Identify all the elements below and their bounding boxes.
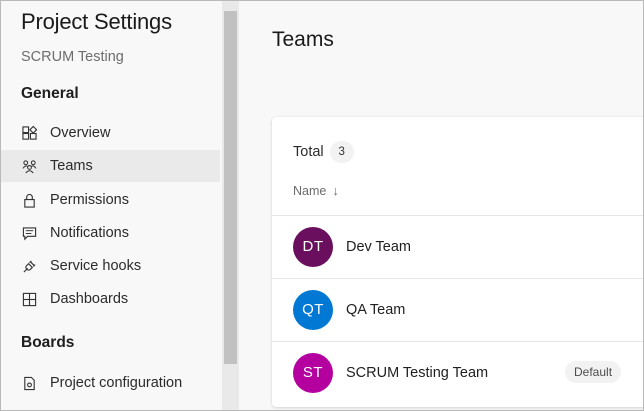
sidebar-item-label: Overview [50,125,111,141]
sidebar-item-label: Teams [50,158,93,174]
column-header-label: Name [293,183,327,198]
table-row[interactable]: QT QA Team [272,278,643,340]
teams-icon [21,158,37,174]
sidebar-item-notifications[interactable]: Notifications [1,217,220,249]
team-name[interactable]: QA Team [346,302,405,318]
sidebar-item-project-configuration[interactable]: Project configuration [1,367,220,399]
table-row[interactable]: DT Dev Team [272,215,643,277]
sidebar-item-teams[interactable]: Teams [1,150,220,182]
dashboard-icon [21,291,37,307]
sidebar-item-overview[interactable]: Overview [1,117,220,149]
sidebar: Project Settings SCRUM Testing General O… [1,1,222,410]
sidebar-item-label: Project configuration [50,375,183,391]
table-row[interactable]: ST SCRUM Testing Team Default [272,341,643,403]
avatar: ST [293,352,333,393]
sidebar-item-label: Permissions [50,192,129,208]
default-badge: Default [565,361,622,383]
sidebar-item-service-hooks[interactable]: Service hooks [1,250,220,282]
plug-icon [21,258,37,274]
sidebar-item-label: Service hooks [50,258,142,274]
page-title: Teams [272,28,334,51]
total-label: Total [293,144,324,160]
sidebar-title: Project Settings [21,9,172,34]
total-count-badge: 3 [329,141,354,163]
total-summary: Total 3 [293,141,354,163]
config-icon [21,375,37,391]
section-general: General [21,85,79,102]
lock-icon [21,192,37,208]
column-header-name[interactable]: Name ↓ [293,183,339,198]
project-name: SCRUM Testing [21,49,124,65]
sidebar-item-dashboards[interactable]: Dashboards [1,283,220,315]
window: Project Settings SCRUM Testing General O… [0,0,644,411]
main-content: Teams Total 3 Name ↓ DT Dev Team QT QA T… [239,1,643,410]
avatar: DT [293,226,333,267]
avatar: QT [293,289,333,330]
sidebar-item-label: Notifications [50,225,129,241]
teams-card: Total 3 Name ↓ DT Dev Team QT QA Team ST… [272,117,643,407]
sidebar-item-permissions[interactable]: Permissions [1,184,220,216]
team-name[interactable]: Dev Team [346,239,411,255]
section-boards: Boards [21,334,75,351]
sidebar-item-label: Dashboards [50,291,129,307]
scrollbar-thumb[interactable] [224,11,237,364]
overview-icon [21,125,37,141]
sidebar-scrollbar[interactable] [222,1,239,410]
sort-descending-icon: ↓ [332,183,339,198]
chat-icon [21,225,37,241]
team-name[interactable]: SCRUM Testing Team [346,365,488,381]
